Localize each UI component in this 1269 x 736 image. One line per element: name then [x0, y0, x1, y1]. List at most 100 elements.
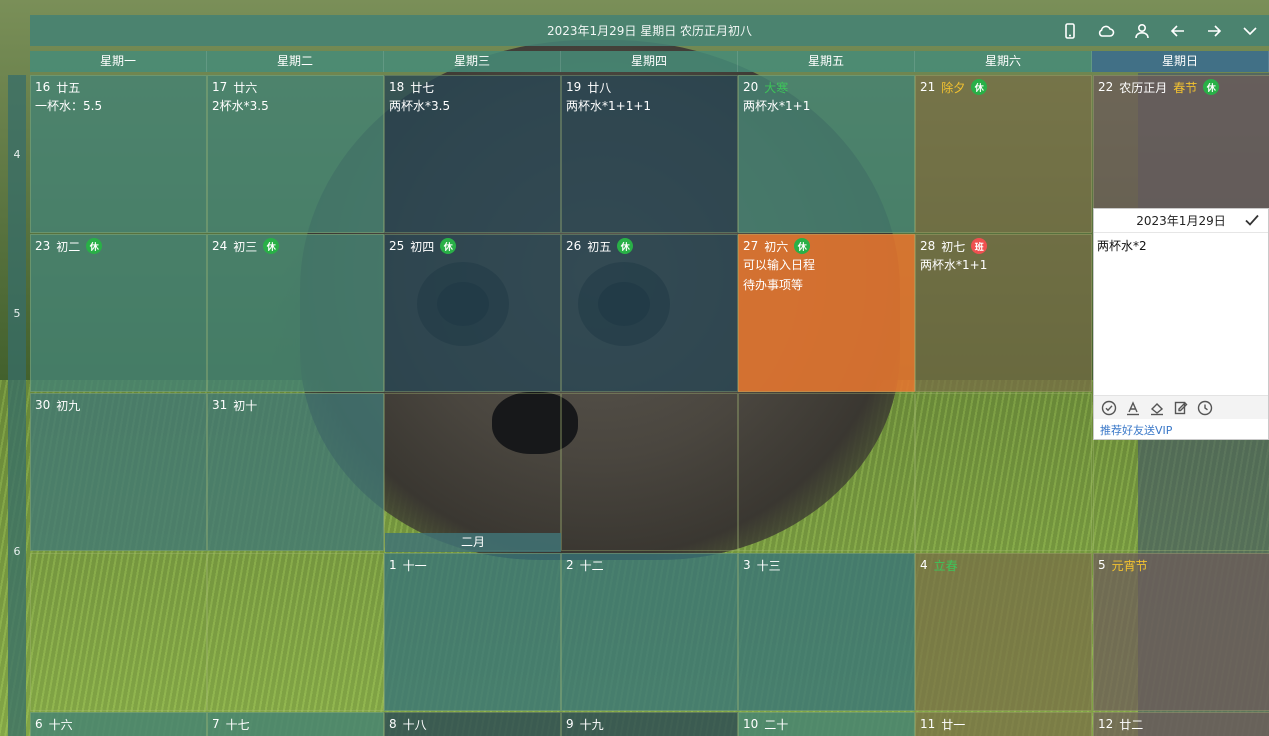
- day-cell[interactable]: 9 十九: [561, 712, 738, 736]
- editor-textarea[interactable]: 两杯水*2: [1094, 233, 1268, 395]
- day-cell[interactable]: [915, 393, 1092, 551]
- day-cell[interactable]: 16 廿五 一杯水：5.5: [30, 75, 207, 233]
- editor-date: 2023年1月29日: [1136, 214, 1226, 228]
- day-header: 7 十七: [212, 715, 379, 733]
- day-cell[interactable]: 28 初七班两杯水*1+1: [915, 234, 1092, 392]
- text-color-icon[interactable]: [1124, 399, 1142, 417]
- day-cell[interactable]: [207, 553, 384, 711]
- day-cell[interactable]: [30, 553, 207, 711]
- holiday-badge: 休: [263, 238, 280, 254]
- day-number: 23: [35, 239, 51, 253]
- day-header: 8 十八: [389, 715, 556, 733]
- day-cell[interactable]: [384, 393, 561, 551]
- check-circle-icon[interactable]: [1100, 399, 1118, 417]
- day-header: 2 十二: [566, 556, 733, 574]
- edit-note-icon[interactable]: [1172, 399, 1190, 417]
- day-number: 25: [389, 239, 405, 253]
- day-number: 8: [389, 717, 397, 731]
- day-cell[interactable]: 4 立春: [915, 553, 1092, 711]
- day-number: 22: [1098, 80, 1114, 94]
- lunar-date: 十二: [579, 558, 604, 573]
- user-icon[interactable]: [1131, 20, 1153, 42]
- holiday-badge: 休: [617, 238, 634, 254]
- confirm-check-icon[interactable]: [1244, 212, 1262, 230]
- arrow-left-icon[interactable]: [1167, 20, 1189, 42]
- day-number: 16: [35, 80, 51, 94]
- day-header: 9 十九: [566, 715, 733, 733]
- day-header: 5 元宵节: [1098, 556, 1265, 574]
- title-bar: 2023年1月29日 星期日 农历正月初八: [30, 15, 1269, 46]
- day-note: 一杯水：5.5: [35, 99, 103, 113]
- current-date-title: 2023年1月29日 星期日 农历正月初八: [546, 24, 753, 38]
- day-cell[interactable]: [738, 393, 915, 551]
- day-cell[interactable]: 12 廿二: [1093, 712, 1269, 736]
- day-cell[interactable]: 23 初二休: [30, 234, 207, 392]
- lunar-date: 立春: [933, 558, 958, 573]
- day-note: 2杯水*3.5: [212, 99, 269, 113]
- day-header: 23 初二休: [35, 237, 202, 255]
- recommend-vip-link[interactable]: 推荐好友送VIP: [1094, 419, 1268, 439]
- arrow-right-icon[interactable]: [1203, 20, 1225, 42]
- holiday-badge: 休: [440, 238, 457, 254]
- day-header: 24 初三休: [212, 237, 379, 255]
- toolbar: [1059, 15, 1261, 46]
- weekday-fri: 星期五: [738, 51, 915, 72]
- phone-icon[interactable]: [1059, 20, 1081, 42]
- day-cell[interactable]: 18 廿七 两杯水*3.5: [384, 75, 561, 233]
- day-number: 30: [35, 398, 51, 412]
- editor-toolbar: [1094, 395, 1268, 419]
- day-number: 24: [212, 239, 228, 253]
- day-cell[interactable]: [561, 393, 738, 551]
- cloud-icon[interactable]: [1095, 20, 1117, 42]
- week-number-strip: [8, 75, 26, 736]
- day-number: 11: [920, 717, 936, 731]
- lunar-date: 十八: [402, 717, 427, 732]
- day-cell[interactable]: 6 十六: [30, 712, 207, 736]
- day-number: 10: [743, 717, 759, 731]
- day-cell[interactable]: 25 初四休: [384, 234, 561, 392]
- month-label: 二月: [385, 533, 561, 552]
- day-cell[interactable]: 27 初六休可以输入日程 待办事项等: [738, 234, 915, 392]
- day-cell[interactable]: 21 除夕休: [915, 75, 1092, 233]
- day-header: 31 初十: [212, 396, 379, 414]
- day-cell[interactable]: 11 廿一: [915, 712, 1092, 736]
- holiday-badge: 休: [1203, 79, 1220, 95]
- day-cell[interactable]: 24 初三休: [207, 234, 384, 392]
- day-cell[interactable]: 26 初五休: [561, 234, 738, 392]
- chevron-down-icon[interactable]: [1239, 20, 1261, 42]
- lunar-date: 初七: [941, 239, 966, 254]
- day-note: 待办事项等: [743, 278, 804, 292]
- day-number: 27: [743, 239, 759, 253]
- week-number: 5: [13, 307, 21, 320]
- day-number: 19: [566, 80, 582, 94]
- day-cell[interactable]: 10 二十: [738, 712, 915, 736]
- day-number: 18: [389, 80, 405, 94]
- day-cell[interactable]: 5 元宵节: [1093, 553, 1269, 711]
- day-cell[interactable]: 2 十二: [561, 553, 738, 711]
- holiday-badge: 休: [971, 79, 988, 95]
- day-cell[interactable]: 31 初十: [207, 393, 384, 551]
- day-cell[interactable]: 20 大寒 两杯水*1+1: [738, 75, 915, 233]
- day-header: 12 廿二: [1098, 715, 1265, 733]
- lunar-date: 廿八: [587, 80, 612, 95]
- weekday-wed: 星期三: [384, 51, 561, 72]
- day-header: 18 廿七: [389, 78, 556, 96]
- day-number: 9: [566, 717, 574, 731]
- day-header: 30 初九: [35, 396, 202, 414]
- fill-color-icon[interactable]: [1148, 399, 1166, 417]
- day-header: 21 除夕休: [920, 78, 1087, 96]
- day-note: 两杯水*1+1+1: [566, 99, 652, 113]
- day-cell[interactable]: 19 廿八两杯水*1+1+1: [561, 75, 738, 233]
- day-cell[interactable]: 1 十一: [384, 553, 561, 711]
- day-header: 20 大寒: [743, 78, 910, 96]
- weekday-tue: 星期二: [207, 51, 384, 72]
- day-cell[interactable]: 30 初九: [30, 393, 207, 551]
- lunar-date: 廿一: [941, 717, 966, 732]
- weekday-thu: 星期四: [561, 51, 738, 72]
- day-cell[interactable]: 3 十三: [738, 553, 915, 711]
- day-number: 1: [389, 558, 397, 572]
- day-cell[interactable]: 8 十八: [384, 712, 561, 736]
- clock-icon[interactable]: [1196, 399, 1214, 417]
- day-cell[interactable]: 7 十七: [207, 712, 384, 736]
- day-cell[interactable]: 17 廿六 2杯水*3.5: [207, 75, 384, 233]
